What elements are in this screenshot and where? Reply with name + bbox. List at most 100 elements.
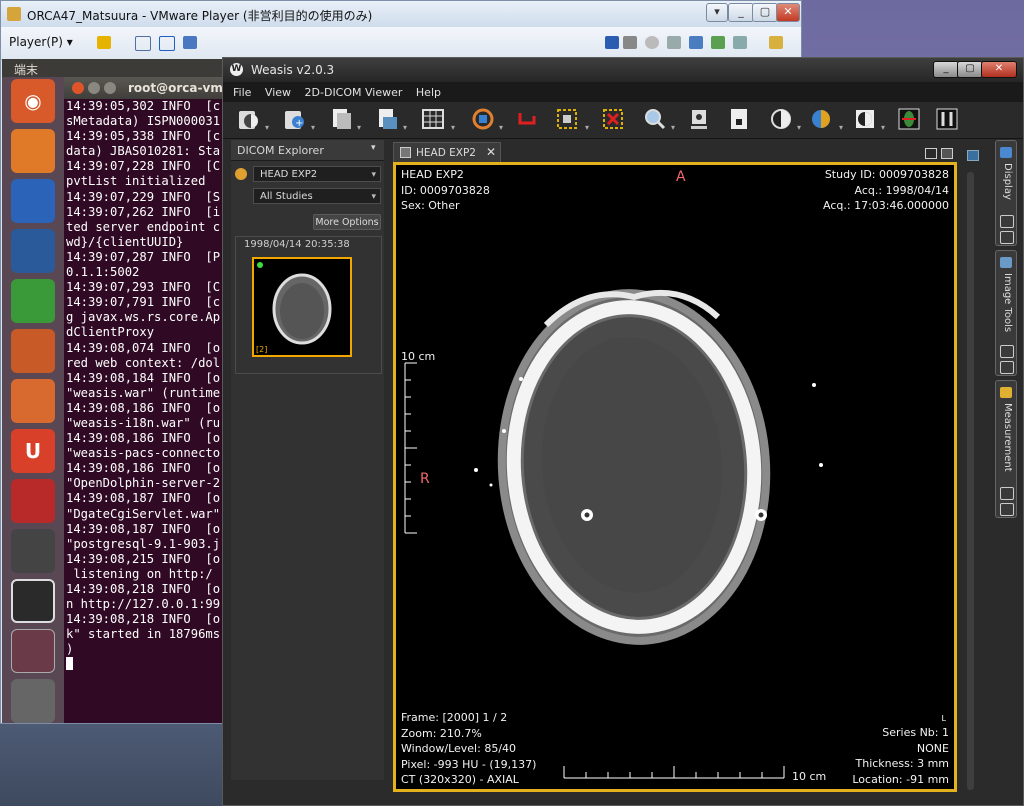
unity-icon[interactable] xyxy=(183,36,197,49)
image-viewer[interactable]: HEAD EXP2 ID: 0009703828 Sex: Other Stud… xyxy=(393,162,957,792)
impress-icon[interactable] xyxy=(11,329,55,373)
lens-icon[interactable] xyxy=(685,105,713,133)
firefox-icon[interactable] xyxy=(11,179,55,223)
system-settings-icon[interactable] xyxy=(11,479,55,523)
cd-icon[interactable] xyxy=(645,36,659,49)
terminal-output[interactable]: 14:39:05,302 INFO [c sMetadata) ISPN00003… xyxy=(66,99,236,719)
dock-float-icon[interactable] xyxy=(1000,503,1014,516)
viewer-tab-head-exp2[interactable]: HEAD EXP2 ✕ xyxy=(393,142,501,162)
terminal-icon[interactable] xyxy=(11,579,55,623)
terminal-line: 14:39:08,186 INFO [o xyxy=(66,461,221,476)
menu-2d-dicom-viewer[interactable]: 2D-DICOM Viewer xyxy=(305,86,403,99)
terminal-line: 14:39:07,791 INFO [c xyxy=(66,295,221,310)
weasis-logo-icon: W xyxy=(230,63,243,76)
more-options-button[interactable]: More Options xyxy=(313,214,381,230)
vmware-maximize-button[interactable]: ▢ xyxy=(752,3,778,22)
vmware-menu-button[interactable]: ▾ xyxy=(706,3,728,22)
series-thumbnail[interactable]: [2] xyxy=(252,257,352,357)
weasis-titlebar[interactable]: W Weasis v2.0.3 _ ▢ ✕ xyxy=(223,58,1023,82)
dock-pin-icon[interactable] xyxy=(1000,345,1014,358)
menu-view[interactable]: View xyxy=(265,86,291,99)
dock-tab-measurement[interactable]: Measurement xyxy=(995,380,1017,518)
terminal-minimize-icon[interactable] xyxy=(88,82,100,94)
weasis-close-button[interactable]: ✕ xyxy=(981,61,1017,78)
synchronize-icon[interactable] xyxy=(469,105,497,133)
invert-icon[interactable] xyxy=(851,105,879,133)
message-icon[interactable] xyxy=(769,36,783,49)
floppy-icon[interactable] xyxy=(667,36,681,49)
lut-icon[interactable] xyxy=(807,105,835,133)
flip-icon[interactable] xyxy=(933,105,961,133)
dock-label-image-tools: Image Tools xyxy=(1002,273,1013,333)
window-level-icon[interactable] xyxy=(767,105,795,133)
studies-select[interactable]: All Studies ▾ xyxy=(253,188,381,204)
overlay-window-level: Window/Level: 85/40 xyxy=(401,742,517,755)
send-keys-icon[interactable] xyxy=(135,36,151,51)
menu-file[interactable]: File xyxy=(233,86,251,99)
rotate-icon[interactable] xyxy=(895,105,923,133)
delete-selection-icon[interactable] xyxy=(599,105,627,133)
close-icon[interactable]: ✕ xyxy=(486,145,496,159)
thumbnail-image xyxy=(272,273,332,345)
workspace-switcher-icon[interactable] xyxy=(11,529,55,573)
open-dicom-icon[interactable] xyxy=(235,105,263,133)
vmware-minimize-button[interactable]: _ xyxy=(728,3,754,22)
calc-icon[interactable] xyxy=(11,279,55,323)
terminal-line: k" started in 18796ms xyxy=(66,627,221,642)
zoom-icon[interactable] xyxy=(641,105,669,133)
overlay-thickness: Thickness: 3 mm xyxy=(855,757,950,770)
pause-icon[interactable] xyxy=(97,36,111,49)
files-icon[interactable] xyxy=(11,129,55,173)
dicom-explorer-tab[interactable]: DICOM Explorer ▾ xyxy=(231,140,384,161)
ubuntu-one-icon[interactable]: U xyxy=(11,429,55,473)
weasis-minimize-button[interactable]: _ xyxy=(933,61,959,78)
viewer-export-icon[interactable] xyxy=(925,148,937,159)
dock-tab-display[interactable]: Display xyxy=(995,140,1017,246)
cine-icon[interactable] xyxy=(725,105,753,133)
terminal-line: 14:39:07,262 INFO [i xyxy=(66,204,221,219)
viewer-layout-icon[interactable] xyxy=(941,148,953,159)
reset-icon[interactable] xyxy=(513,105,541,133)
dock-pin-icon[interactable] xyxy=(1000,215,1014,228)
dock-tab-image-tools[interactable]: Image Tools xyxy=(995,250,1017,376)
dock-pin-icon[interactable] xyxy=(1000,487,1014,500)
network-icon[interactable] xyxy=(689,36,703,49)
terminal-line: listening on http:/ xyxy=(66,566,213,581)
hdd-icon[interactable] xyxy=(733,36,747,49)
software-center-icon[interactable] xyxy=(11,379,55,423)
chevron-down-icon: ▾ xyxy=(371,192,376,202)
explorer-menu-icon[interactable]: ▾ xyxy=(371,143,376,153)
overlay-location: Location: -91 mm xyxy=(852,772,949,786)
scroll-thumb[interactable] xyxy=(967,172,974,790)
fullscreen-icon[interactable] xyxy=(159,36,175,51)
ubuntu-logo-icon[interactable]: ◉ xyxy=(11,79,55,123)
terminal-maximize-icon[interactable] xyxy=(104,82,116,94)
window-icon[interactable] xyxy=(11,629,55,673)
overlay-frame: Frame: [2000] 1 / 2 xyxy=(401,711,508,724)
patient-icon xyxy=(235,168,247,180)
terminal-close-icon[interactable] xyxy=(72,82,84,94)
layout-grid-icon[interactable] xyxy=(419,105,447,133)
series-loaded-indicator xyxy=(257,262,263,268)
frame-scrollbar[interactable] xyxy=(963,162,977,792)
device-arrow-icon[interactable] xyxy=(605,36,619,49)
vmware-close-button[interactable]: ✕ xyxy=(776,3,800,22)
print-icon[interactable] xyxy=(373,105,401,133)
vmware-titlebar[interactable]: ORCA47_Matsuura - VMware Player (非営利目的の使… xyxy=(1,1,801,27)
select-region-icon[interactable] xyxy=(553,105,581,133)
weasis-maximize-button[interactable]: ▢ xyxy=(957,61,983,78)
export-dicom-icon[interactable] xyxy=(327,105,355,133)
display-icon xyxy=(1000,147,1012,158)
terminal-line: 14:39:08,187 INFO [o xyxy=(66,521,221,536)
dock-float-icon[interactable] xyxy=(1000,361,1014,374)
dock-settings-icon[interactable] xyxy=(967,150,979,161)
printer-icon[interactable] xyxy=(623,36,637,49)
patient-select[interactable]: HEAD EXP2 ▾ xyxy=(253,166,381,182)
writer-icon[interactable] xyxy=(11,229,55,273)
menu-help[interactable]: Help xyxy=(416,86,441,99)
trash-icon[interactable] xyxy=(11,679,55,723)
player-menu[interactable]: Player(P) ▾ xyxy=(9,35,73,49)
import-dicom-icon[interactable]: + xyxy=(281,105,309,133)
usb-icon[interactable] xyxy=(711,36,725,49)
dock-float-icon[interactable] xyxy=(1000,231,1014,244)
